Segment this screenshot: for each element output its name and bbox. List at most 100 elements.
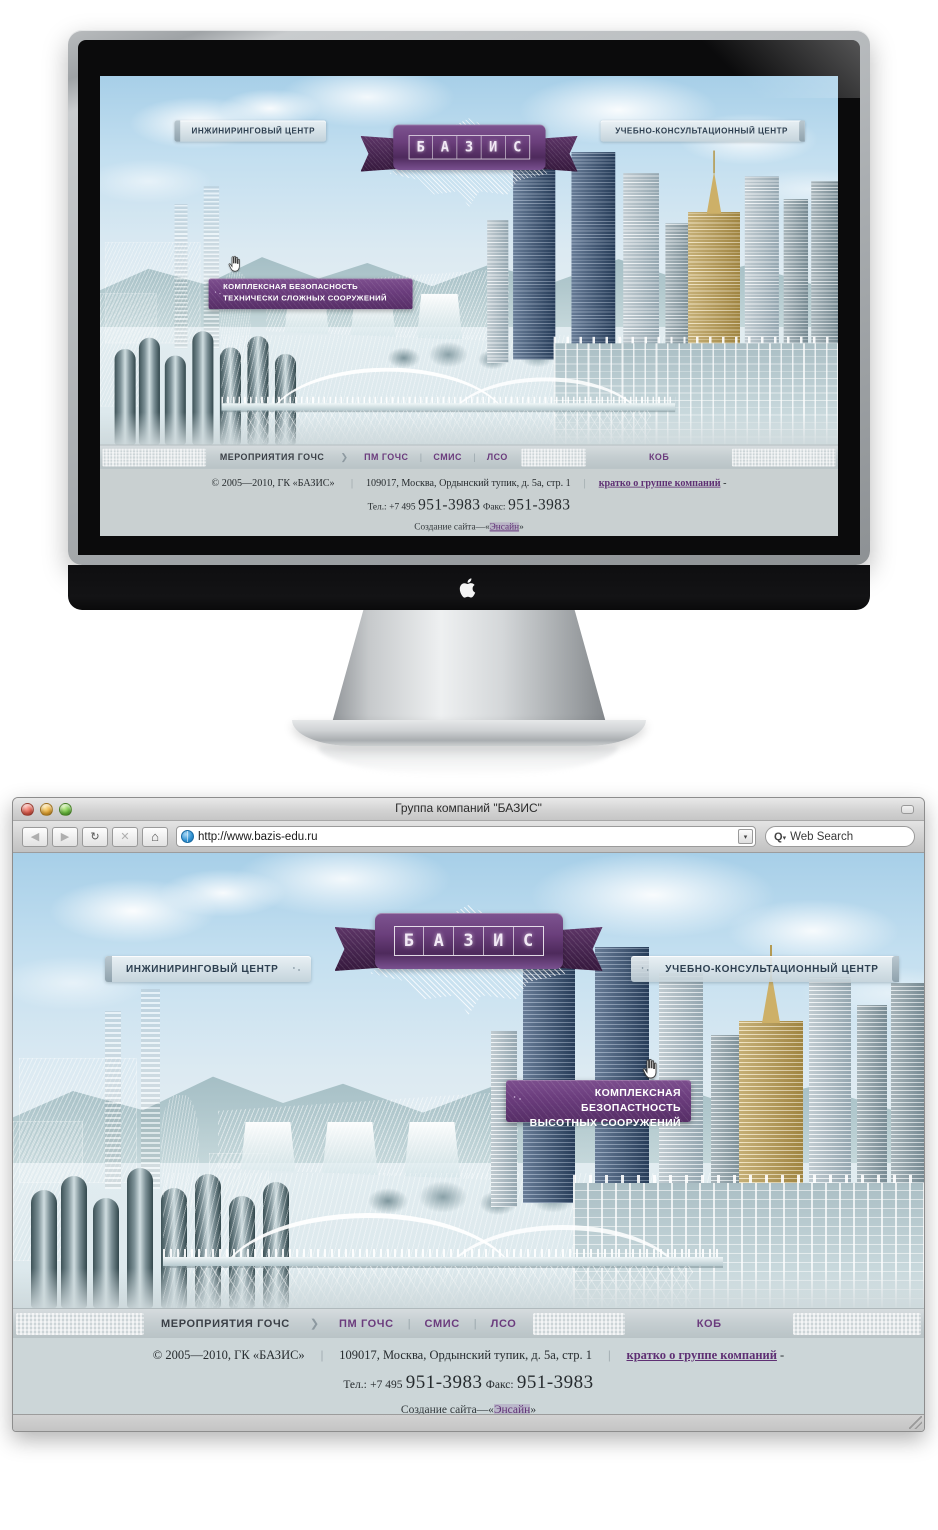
logo-letter: З	[454, 927, 484, 955]
hand-cursor-icon	[642, 1059, 657, 1079]
browser-titlebar: Группа компаний "БАЗИС"	[13, 798, 924, 821]
tab-label: УЧЕБНО-КОНСУЛЬТАЦИОННЫЙ ЦЕНТР	[665, 963, 879, 975]
logo-letter: С	[513, 139, 522, 156]
callout-pin-icon: ⠂⠄	[214, 290, 224, 297]
screenshot-root: Б А З И С ИНЖИНИРИНГОВЫЙ ЦЕНТР УЧЕБНО-КО…	[0, 0, 938, 1530]
site-footer-mini: © 2005—2010, ГК «БАЗИС» - | 109017, Моск…	[100, 469, 838, 536]
chevron-down-icon: ▾	[743, 833, 748, 841]
tab-accent-bar	[105, 956, 112, 982]
logo-letter: Б	[409, 135, 434, 159]
site-navbar: МЕРОПРИЯТИЯ ГОЧС ❯ ПМ ГОЧС | СМИС | ЛСО …	[13, 1308, 924, 1338]
footer-copyright-mini: © 2005—2010, ГК «БАЗИС»	[211, 476, 335, 489]
navbar-pad-left	[16, 1312, 144, 1335]
callout-banner[interactable]: ⠂⠄ КОМПЛЕКСНАЯ БЕЗОПАСТНОСТЬ ВЫСОТНЫХ СО…	[506, 1080, 691, 1129]
phone-number: 951-3983	[405, 1372, 483, 1393]
home-button[interactable]: ⌂	[142, 826, 168, 847]
nav-item-smis-mini[interactable]: СМИС	[422, 452, 473, 462]
nav-item-pm-gochs-mini[interactable]: ПМ ГОЧС	[353, 452, 420, 462]
callout-banner-mini[interactable]: ⠂⠄ КОМПЛЕКСНАЯ БЕЗОПАСНОСТЬ ТЕХНИЧЕСКИ С…	[208, 279, 413, 310]
browser-window: Группа компаний "БАЗИС" ◀ ▶ ↻ ✕ ⌂ http:/…	[12, 797, 925, 1432]
browser-toolbar: ◀ ▶ ↻ ✕ ⌂ http://www.bazis-edu.ru ▾ Q▾ W…	[13, 821, 924, 853]
site-navbar-mini: МЕРОПРИЯТИЯ ГОЧС ❯ ПМ ГОЧС | СМИС | ЛСО …	[100, 444, 838, 469]
tab-accent-bar	[799, 120, 805, 142]
apple-logo-icon	[459, 578, 476, 598]
close-icon: ✕	[120, 831, 130, 843]
nav-item-lso[interactable]: ЛСО	[477, 1318, 531, 1330]
site-logo-ribbon[interactable]: Б А З И С	[334, 913, 603, 975]
globe-icon	[181, 830, 194, 843]
tab-accent-bar	[892, 956, 900, 982]
window-bottom-bar	[13, 1414, 924, 1431]
search-input[interactable]: Q▾ Web Search	[765, 826, 915, 847]
chevron-right-icon: ❯	[340, 452, 348, 463]
address-bar-value: http://www.bazis-edu.ru	[198, 830, 318, 843]
nav-item-kob[interactable]: КОБ	[628, 1318, 790, 1330]
logo-letter: А	[424, 927, 455, 955]
logo-ribbon-mini: Б А З И С	[360, 124, 578, 175]
nav-item-gochs-events[interactable]: МЕРОПРИЯТИЯ ГОЧС	[147, 1318, 304, 1330]
forward-button[interactable]: ▶	[52, 826, 78, 847]
callout-line-2: ВЫСОТНЫХ СООРУЖЕНИЙ	[529, 1117, 681, 1129]
tab-training-center-mini[interactable]: УЧЕБНО-КОНСУЛЬТАЦИОННЫЙ ЦЕНТР	[600, 120, 805, 142]
phone-label: Тел.:	[343, 1379, 367, 1391]
tab-training-center[interactable]: ⠂⠄ УЧЕБНО-КОНСУЛЬТАЦИОННЫЙ ЦЕНТР	[631, 956, 900, 982]
nav-item-kob-mini[interactable]: КОБ	[589, 452, 730, 462]
footer-brief-suffix: -	[780, 1348, 785, 1362]
nav-item-pm-gochs[interactable]: ПМ ГОЧС	[325, 1318, 408, 1330]
logo-letter: З	[457, 135, 482, 159]
logo-letter: С	[522, 931, 534, 951]
nav-item-smis[interactable]: СМИС	[411, 1318, 474, 1330]
imac-site-preview: Б А З И С ИНЖИНИРИНГОВЫЙ ЦЕНТР УЧЕБНО-КО…	[100, 76, 838, 536]
logo-letters: Б А З И С	[393, 926, 544, 956]
search-icon: Q▾	[774, 830, 787, 843]
logo-letter: И	[484, 927, 514, 955]
tab-label: УЧЕБНО-КОНСУЛЬТАЦИОННЫЙ ЦЕНТР	[615, 126, 788, 136]
navbar-pad-mid	[533, 1312, 626, 1335]
back-button[interactable]: ◀	[22, 826, 48, 847]
back-icon: ◀	[30, 831, 40, 843]
hero-illustration: Б А З И С ИНЖИНИРИНГОВЫЙ ЦЕНТР ⠂⠄ ⠂⠄ УЧЕ…	[13, 853, 924, 1308]
nav-item-lso-mini[interactable]: ЛСО	[476, 452, 520, 462]
logo-letter: Б	[395, 927, 425, 955]
footer-credit-link-mini[interactable]: Энсайн	[489, 522, 520, 533]
search-placeholder: Web Search	[790, 830, 854, 843]
phone-code: +7 495	[370, 1379, 403, 1391]
imac-chin	[68, 565, 870, 610]
toolbar-toggle-button[interactable]	[901, 805, 914, 814]
callout-pin-icon: ⠂⠄	[513, 1095, 525, 1102]
bridge-deck	[163, 1257, 723, 1266]
address-bar[interactable]: http://www.bazis-edu.ru ▾	[176, 826, 756, 847]
callout-line-1: КОМПЛЕКСНАЯ БЕЗОПАСТНОСТЬ	[581, 1087, 681, 1114]
chevron-right-icon: ❯	[309, 1318, 320, 1330]
hero-illustration-mini: Б А З И С ИНЖИНИРИНГОВЫЙ ЦЕНТР УЧЕБНО-КО…	[100, 76, 838, 445]
website-viewport: Б А З И С ИНЖИНИРИНГОВЫЙ ЦЕНТР ⠂⠄ ⠂⠄ УЧЕ…	[13, 853, 924, 1431]
logo-letter: А	[433, 135, 458, 159]
callout-line-1: КОМПЛЕКСНАЯ БЕЗОПАСНОСТЬ	[223, 282, 358, 292]
imac-bezel: Б А З И С ИНЖИНИРИНГОВЫЙ ЦЕНТР УЧЕБНО-КО…	[68, 30, 870, 565]
footer-address: 109017, Москва, Ордынский тупик, д. 5а, …	[339, 1348, 592, 1362]
ribbon-body: Б А З И С	[374, 913, 563, 969]
footer-brief-link-mini[interactable]: кратко о группе компаний	[599, 477, 721, 488]
callout-line-2: ТЕХНИЧЕСКИ СЛОЖНЫХ СООРУЖЕНИЙ	[223, 293, 387, 303]
imac-stand-neck	[330, 610, 608, 730]
resize-grip[interactable]	[909, 1416, 922, 1429]
stop-button[interactable]: ✕	[112, 826, 138, 847]
tab-label: ИНЖИНИРИНГОВЫЙ ЦЕНТР	[126, 963, 279, 975]
footer-address-mini: 109017, Москва, Ордынский тупик, д. 5а, …	[365, 476, 571, 489]
address-history-dropdown[interactable]: ▾	[738, 829, 753, 844]
hand-cursor-icon	[228, 255, 240, 272]
window-title: Группа компаний "БАЗИС"	[395, 801, 542, 815]
home-icon: ⌂	[151, 829, 159, 844]
tab-engineering-center[interactable]: ИНЖИНИРИНГОВЫЙ ЦЕНТР ⠂⠄	[105, 956, 311, 982]
imac-screen: Б А З И С ИНЖИНИРИНГОВЫЙ ЦЕНТР УЧЕБНО-КО…	[100, 76, 838, 536]
phone-code-mini: +7 495	[389, 502, 416, 512]
tab-engineering-center-mini[interactable]: ИНЖИНИРИНГОВЫЙ ЦЕНТР	[174, 120, 327, 142]
nav-item-gochs-events-mini[interactable]: МЕРОПРИЯТИЯ ГОЧС	[209, 452, 336, 462]
footer-brief-link[interactable]: кратко о группе компаний	[627, 1348, 777, 1362]
fax-number: 951-3983	[516, 1372, 594, 1393]
fax-label-mini: Факс:	[483, 502, 506, 512]
reload-button[interactable]: ↻	[82, 826, 108, 847]
navbar-pad-right	[793, 1312, 921, 1335]
tab-dots-icon: ⠂⠄	[641, 966, 652, 973]
logo-letter: И	[481, 135, 506, 159]
